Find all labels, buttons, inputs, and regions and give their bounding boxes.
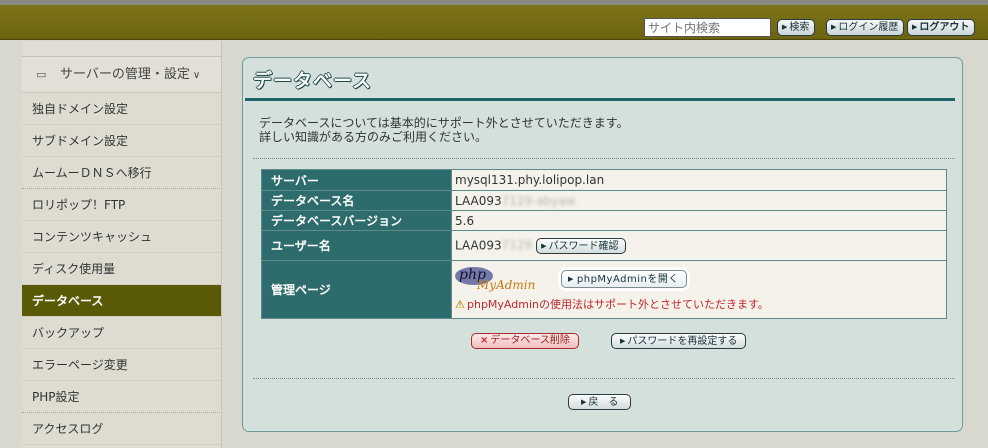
row-label-server: サーバー <box>261 169 452 191</box>
sidebar-item-php-settings[interactable]: PHP設定 <box>22 381 222 413</box>
database-panel: データベース データベースについては基本的にサポート外とさせていただきます。 詳… <box>242 57 963 432</box>
page-title: データベース <box>253 70 373 92</box>
dotted-divider <box>253 158 955 159</box>
login-history-label: ログイン履歴 <box>838 22 899 33</box>
intro-text: データベースについては基本的にサポート外とさせていただきます。 詳しい知識がある… <box>259 116 629 144</box>
dotted-divider <box>253 378 955 379</box>
reset-password-label: パスワードを再設定する <box>627 336 738 347</box>
login-history-button[interactable]: ▶ ログイン履歴 <box>826 19 905 36</box>
sidebar-item-subdomain[interactable]: サブドメイン設定 <box>22 125 222 157</box>
sidebar-item-database[interactable]: データベース <box>22 285 222 317</box>
password-check-button[interactable]: ▶ パスワード確認 <box>536 237 626 254</box>
username-text: LAA093 <box>455 238 502 252</box>
sidebar-item-ftp[interactable]: ロリポップ！FTP <box>22 189 222 221</box>
back-button[interactable]: ▶ 戻 る <box>568 394 632 410</box>
phpmyadmin-logo-myadmin: MyAdmin <box>477 277 536 292</box>
database-name-masked: 7129-abyaw <box>501 193 576 208</box>
warning-icon: ⚠ <box>455 297 465 311</box>
site-search-input[interactable] <box>644 18 771 37</box>
triangle-right-icon: ▶ <box>782 23 788 31</box>
triangle-right-icon: ▶ <box>541 241 547 250</box>
triangle-right-icon: ▶ <box>568 274 574 283</box>
sidebar-section-server-management[interactable]: ▭ サーバーの管理・設定 ∨ <box>22 57 222 93</box>
row-value-database-name: LAA0937129-abyaw <box>451 190 947 211</box>
logout-button[interactable]: ▶ ログアウト <box>907 19 976 36</box>
sidebar-item-backup[interactable]: バックアップ <box>22 317 222 349</box>
triangle-right-icon: ▶ <box>620 337 626 345</box>
table-row: ユーザー名 LAA0937129 ▶ パスワード確認 <box>261 230 947 261</box>
delete-database-button[interactable]: × データベース削除 <box>471 333 579 349</box>
row-value-server: mysql131.phy.lolipop.lan <box>451 169 947 191</box>
intro-line-2: 詳しい知識がある方のみご利用ください。 <box>259 130 488 144</box>
delete-database-label: データベース削除 <box>490 335 570 346</box>
top-header-bar: ▶検索 ▶ログイン履歴 ▶ログアウト <box>0 0 988 40</box>
triangle-right-icon: ▶ <box>831 23 837 31</box>
search-button[interactable]: ▶ 検索 <box>777 19 816 36</box>
search-button-label: 検索 <box>789 22 810 33</box>
row-label-username: ユーザー名 <box>261 230 452 261</box>
row-label-database-name: データベース名 <box>261 190 452 211</box>
row-label-db-version: データベースバージョン <box>261 210 452 231</box>
back-label: 戻 る <box>588 397 619 408</box>
triangle-right-icon: ▶ <box>912 23 918 31</box>
table-row: データベース名 LAA0937129-abyaw <box>261 190 947 211</box>
phpmyadmin-logo: php MyAdmin <box>455 265 545 295</box>
sidebar-border <box>221 41 222 448</box>
logout-label: ログアウト <box>919 22 970 33</box>
sidebar-top-gap <box>22 41 222 57</box>
sidebar-item-disk-usage[interactable]: ディスク使用量 <box>22 253 222 285</box>
row-value-username: LAA0937129 ▶ パスワード確認 <box>451 230 947 261</box>
row-value-db-version: 5.6 <box>451 210 947 231</box>
intro-line-1: データベースについては基本的にサポート外とさせていただきます。 <box>259 116 629 130</box>
table-row: 管理ページ php MyAdmin ▶ phpMyAdminを開く ⚠ phpMyA… <box>261 260 947 319</box>
table-row: データベースバージョン 5.6 <box>261 210 947 231</box>
triangle-right-icon: ▶ <box>581 398 587 406</box>
sidebar: ▭ サーバーの管理・設定 ∨ 独自ドメイン設定 サブドメイン設定 ムームーＤＮＳへ移… <box>22 41 222 448</box>
database-info-table: サーバー mysql131.phy.lolipop.lan データベース名 LA… <box>261 169 947 319</box>
chevron-down-icon: ∨ <box>192 70 201 81</box>
database-name-text: LAA093 <box>455 193 502 208</box>
row-label-admin-page: 管理ページ <box>261 260 452 319</box>
sidebar-section-label: サーバーの管理・設定 <box>60 67 190 82</box>
username-masked: 7129 <box>501 238 533 252</box>
password-check-label: パスワード確認 <box>548 240 619 252</box>
phpmyadmin-warning-text: phpMyAdminの使用法はサポート外とさせていただきます。 <box>467 297 769 311</box>
title-divider <box>245 98 955 101</box>
sidebar-item-content-cache[interactable]: コンテンツキャッシュ <box>22 221 222 253</box>
open-phpmyadmin-button[interactable]: ▶ phpMyAdminを開く <box>561 269 687 288</box>
row-value-admin-page: php MyAdmin ▶ phpMyAdminを開く ⚠ phpMyAdminの使… <box>451 260 947 319</box>
sidebar-item-error-page[interactable]: エラーページ変更 <box>22 349 222 381</box>
sidebar-item-muumuu-dns[interactable]: ムームーＤＮＳへ移行 <box>22 157 222 189</box>
sidebar-item-access-log[interactable]: アクセスログ <box>22 413 222 445</box>
sidebar-item-custom-domain[interactable]: 独自ドメイン設定 <box>22 93 222 125</box>
reset-password-button[interactable]: ▶ パスワードを再設定する <box>611 333 747 349</box>
table-row: サーバー mysql131.phy.lolipop.lan <box>261 169 947 191</box>
close-icon: × <box>480 335 489 346</box>
server-icon: ▭ <box>36 68 47 81</box>
open-phpmyadmin-label: phpMyAdminを開く <box>576 273 679 285</box>
